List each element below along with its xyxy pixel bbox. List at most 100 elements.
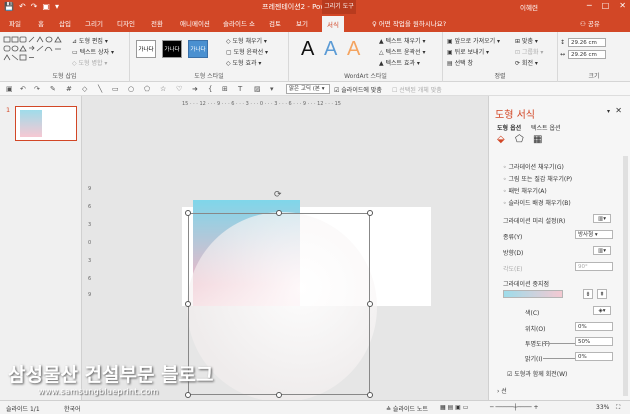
pattern-fill-radio[interactable]: ◦ 패턴 채우기(A) bbox=[503, 186, 547, 195]
minimize-button[interactable]: ─ bbox=[587, 1, 592, 10]
zoom-slider[interactable]: ─ ─────┼──── + bbox=[490, 404, 539, 411]
shape-height-input[interactable]: 29.26 cm bbox=[568, 38, 606, 47]
wordart-style-blue[interactable]: A bbox=[324, 38, 337, 61]
text-effects-button[interactable]: ▲ 텍스트 효과 ▾ bbox=[379, 58, 420, 67]
edit-shape-button[interactable]: ⊿ 도형 편집 ▾ bbox=[72, 36, 108, 45]
rotate-button[interactable]: ⟳ 회전 ▾ bbox=[515, 58, 538, 67]
fit-to-slide-checkbox[interactable]: ☑ 슬라이드에 맞춤 bbox=[334, 85, 382, 94]
angle-input[interactable]: 90° bbox=[575, 262, 613, 271]
pane-scrollbar[interactable] bbox=[623, 156, 628, 396]
tab-text-options[interactable]: 텍스트 옵션 bbox=[531, 123, 561, 132]
star-icon[interactable]: ☆ bbox=[160, 85, 166, 93]
undo-icon[interactable]: ↶ bbox=[20, 85, 26, 93]
text-fill-button[interactable]: ▲ 텍스트 채우기 ▾ bbox=[379, 36, 425, 45]
group-button[interactable]: ⊡ 그룹화 ▾ bbox=[515, 47, 543, 56]
font-selector[interactable]: 맑은 고딕 (본 ▾ bbox=[286, 84, 330, 94]
wordart-style-orange[interactable]: A bbox=[347, 38, 360, 61]
preset-gradient-dropdown[interactable]: ▥▾ bbox=[593, 214, 611, 223]
fit-selection-checkbox[interactable]: ☐ 선택된 개체 맞춤 bbox=[392, 85, 442, 94]
shape-fill-button[interactable]: ◇ 도형 채우기 ▾ bbox=[226, 36, 267, 45]
resize-handle[interactable] bbox=[367, 301, 373, 307]
shape-outline-button[interactable]: ▢ 도형 윤곽선 ▾ bbox=[226, 47, 268, 56]
fill-line-icon[interactable]: ⬙ bbox=[497, 134, 505, 145]
rect-icon[interactable]: ▭ bbox=[112, 85, 119, 93]
position-input[interactable]: 0% bbox=[575, 322, 613, 331]
resize-handle[interactable] bbox=[367, 210, 373, 216]
bring-forward-button[interactable]: ▣ 앞으로 가져오기 ▾ bbox=[447, 36, 500, 45]
close-button[interactable]: ✕ bbox=[619, 1, 626, 10]
arrow-icon[interactable]: ➜ bbox=[192, 85, 198, 93]
undo-icon[interactable]: ↶ bbox=[19, 2, 26, 11]
picture-icon[interactable]: ▨ bbox=[254, 85, 261, 93]
shape-effects-button[interactable]: ◇ 도형 효과 ▾ bbox=[226, 58, 261, 67]
tab-draw[interactable]: 그리기 bbox=[85, 18, 103, 28]
color-picker[interactable]: ◈▾ bbox=[593, 306, 611, 315]
brightness-input[interactable]: 0% bbox=[575, 352, 613, 361]
resize-handle[interactable] bbox=[185, 210, 191, 216]
resize-handle[interactable] bbox=[367, 392, 373, 398]
shape-style-white[interactable]: 가나다 bbox=[136, 40, 156, 58]
selection-pane-button[interactable]: ▤ 선택 창 bbox=[447, 58, 473, 67]
notes-button[interactable]: ≙ 슬라이드 노트 bbox=[386, 404, 428, 413]
shape-icon[interactable]: ◇ bbox=[82, 85, 87, 93]
gradient-stops-bar[interactable] bbox=[503, 290, 563, 298]
format-painter-icon[interactable]: ✎ bbox=[50, 85, 56, 93]
tab-animations[interactable]: 애니메이션 bbox=[180, 18, 210, 28]
picture-fill-radio[interactable]: ◦ 그림 또는 질감 채우기(P) bbox=[503, 174, 572, 183]
line-icon[interactable]: ╲ bbox=[98, 85, 102, 93]
tab-file[interactable]: 파일 bbox=[9, 18, 21, 28]
tab-slideshow[interactable]: 슬라이드 쇼 bbox=[223, 18, 255, 28]
tab-insert[interactable]: 삽입 bbox=[59, 18, 71, 28]
table-icon[interactable]: ⊞ bbox=[222, 85, 228, 93]
slide-edit-area[interactable]: 15 · · · 12 · · · 9 · · · 6 · · · 3 · · … bbox=[82, 96, 488, 400]
transparency-input[interactable]: 50% bbox=[575, 337, 613, 346]
text-outline-button[interactable]: △ 텍스트 윤곽선 ▾ bbox=[379, 47, 425, 56]
transparency-slider[interactable] bbox=[543, 343, 575, 344]
heart-icon[interactable]: ♡ bbox=[176, 85, 182, 93]
size-icon[interactable]: ▦ bbox=[533, 134, 542, 145]
tab-view[interactable]: 보기 bbox=[296, 18, 308, 28]
tell-me-search[interactable]: ♀ 어떤 작업을 원하시나요? bbox=[372, 18, 446, 28]
shapes-gallery[interactable] bbox=[3, 36, 67, 64]
remove-stop-icon[interactable]: ⇞ bbox=[597, 289, 607, 299]
circle-icon[interactable]: ○ bbox=[128, 85, 134, 93]
align-button[interactable]: ⊞ 맞춤 ▾ bbox=[515, 36, 538, 45]
tab-review[interactable]: 검토 bbox=[269, 18, 281, 28]
present-icon[interactable]: ▣ bbox=[42, 2, 50, 11]
zoom-level[interactable]: 33% bbox=[596, 404, 609, 411]
slide-thumbnail[interactable] bbox=[15, 106, 77, 141]
share-button[interactable]: ⚇ 공유 bbox=[580, 18, 600, 28]
language-indicator[interactable]: 한국어 bbox=[64, 404, 81, 413]
pane-options-icon[interactable]: ▾ bbox=[607, 108, 610, 115]
pentagon-icon[interactable]: ⬠ bbox=[144, 85, 150, 93]
fit-window-icon[interactable]: ⛶ bbox=[616, 404, 620, 412]
add-stop-icon[interactable]: ⇟ bbox=[583, 289, 593, 299]
tab-home[interactable]: 홈 bbox=[38, 18, 44, 28]
merge-shapes-button[interactable]: ◇ 도형 병합 ▾ bbox=[72, 58, 107, 67]
user-name[interactable]: 이혜련 bbox=[520, 2, 538, 12]
tab-design[interactable]: 디자인 bbox=[117, 18, 135, 28]
tab-shape-options[interactable]: 도형 옵션 bbox=[497, 123, 521, 132]
rotate-with-shape-checkbox[interactable]: ☑ 도형과 함께 회전(W) bbox=[507, 369, 567, 378]
view-buttons[interactable]: ▦ ▤ ▣ ▭ bbox=[440, 404, 468, 411]
shape-style-blue[interactable]: 가나다 bbox=[188, 40, 208, 58]
resize-handle[interactable] bbox=[276, 392, 282, 398]
shape-width-input[interactable]: 29.26 cm bbox=[568, 50, 606, 59]
line-section-header[interactable]: › 선 bbox=[497, 386, 507, 395]
background-fill-radio[interactable]: ◦ 슬라이드 배경 채우기(B) bbox=[503, 198, 571, 207]
resize-handle[interactable] bbox=[185, 301, 191, 307]
customize-qat-icon[interactable]: ▾ bbox=[55, 2, 59, 11]
brace-icon[interactable]: { bbox=[208, 85, 212, 93]
maximize-button[interactable]: □ bbox=[602, 1, 610, 10]
save-icon[interactable]: 💾 bbox=[4, 2, 14, 11]
gradient-fill-radio[interactable]: ◦ 그라데이션 채우기(G) bbox=[503, 162, 564, 171]
brightness-slider[interactable] bbox=[543, 358, 575, 359]
effects-icon[interactable]: ⬠ bbox=[515, 134, 524, 145]
resize-handle[interactable] bbox=[185, 392, 191, 398]
text-icon[interactable]: T bbox=[238, 85, 242, 93]
direction-dropdown[interactable]: ▥▾ bbox=[593, 246, 611, 255]
pane-close-icon[interactable]: ✕ bbox=[615, 106, 622, 115]
gradient-type-dropdown[interactable]: 방사형 ▾ bbox=[575, 230, 613, 239]
resize-handle[interactable] bbox=[276, 210, 282, 216]
save-icon[interactable]: ▣ bbox=[6, 85, 13, 93]
